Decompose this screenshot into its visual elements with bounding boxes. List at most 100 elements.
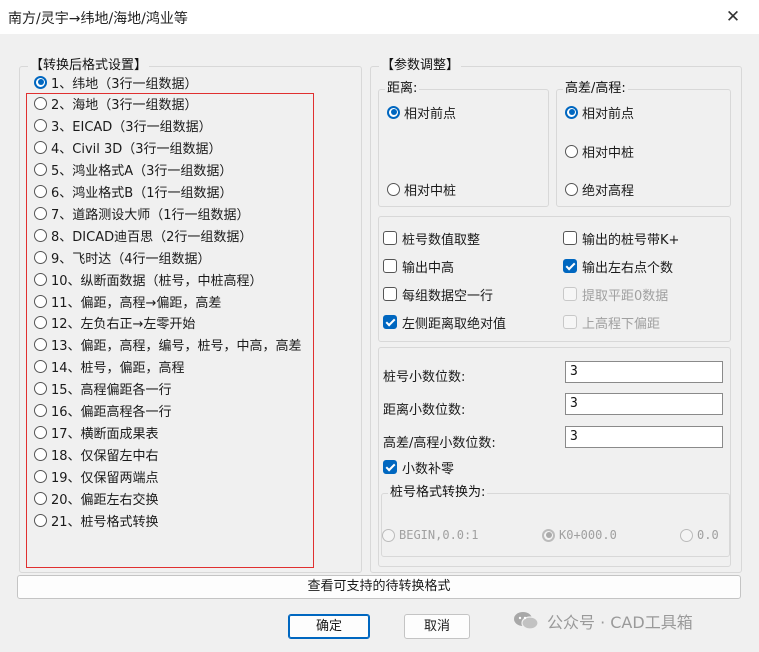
radio-label: BEGIN,0.0:1 — [399, 528, 479, 542]
watermark-text: 公众号 · CAD工具箱 — [547, 613, 693, 632]
format-group: 【转换后格式设置】 1、纬地（3行一组数据） 2、海地（3行一组数据） 3、EICA… — [19, 57, 362, 573]
radio-indicator — [34, 75, 47, 89]
radio-indicator — [34, 119, 47, 133]
station-format-title: 桩号格式转换为: — [388, 484, 488, 502]
radio-indicator — [34, 491, 47, 505]
format-option-14[interactable]: 14、桩号，偏距，高程 — [34, 357, 185, 377]
radio-indicator — [34, 141, 47, 155]
format-option-9[interactable]: 9、飞时达（4行一组数据） — [34, 247, 211, 267]
format-option-2[interactable]: 2、海地（3行一组数据） — [34, 94, 198, 114]
checkbox-label: 桩号数值取整 — [402, 232, 481, 248]
radio-indicator — [387, 105, 400, 119]
radio-label: 19、仅保留两端点 — [51, 470, 159, 486]
params-group-title: 【参数调整】 — [379, 57, 462, 75]
radio-label: 13、偏距，高程，编号，桩号，中高，高差 — [51, 339, 302, 355]
format-option-8[interactable]: 8、DICAD迪百思（2行一组数据） — [34, 225, 252, 245]
checkbox-label: 左侧距离取绝对值 — [402, 316, 507, 332]
option-checkbox-4[interactable]: 输出左右点个数 — [563, 256, 673, 276]
radio-label: 相对前点 — [582, 106, 635, 122]
checkbox-label: 输出中高 — [402, 260, 455, 276]
radio-label: 5、鸿业格式A（3行一组数据） — [51, 164, 233, 180]
format-option-5[interactable]: 5、鸿业格式A（3行一组数据） — [34, 160, 232, 180]
format-option-16[interactable]: 16、偏距高程各一行 — [34, 401, 172, 421]
elevation-group-title: 高差/高程: — [563, 80, 628, 98]
watermark: 公众号 · CAD工具箱 — [513, 608, 693, 634]
checkbox-label: 输出的桩号带K+ — [582, 232, 680, 248]
radio-indicator — [542, 528, 555, 542]
radio-label: 相对前点 — [404, 106, 457, 122]
format-option-19[interactable]: 19、仅保留两端点 — [34, 466, 159, 486]
checkbox-indicator — [563, 259, 577, 273]
station-format-group: 桩号格式转换为: BEGIN,0.0:1 K0+000.0 0.0 — [381, 484, 730, 557]
radio-indicator — [34, 272, 47, 286]
option-checkbox-5[interactable]: 每组数据空一行 — [383, 284, 493, 304]
params-group: 【参数调整】 距离: 相对前点 相对中桩 高差/高程: 相对前点 相对中桩 绝对… — [370, 57, 742, 573]
pad-zero-checkbox[interactable]: 小数补零 — [383, 457, 454, 477]
checkbox-indicator — [563, 315, 577, 329]
format-option-11[interactable]: 11、偏距，高程→偏距，高差 — [34, 291, 221, 311]
radio-label: 2、海地（3行一组数据） — [51, 98, 198, 114]
radio-indicator — [34, 513, 47, 527]
radio-indicator — [34, 404, 47, 417]
checkbox-label: 上高程下偏距 — [582, 316, 661, 332]
radio-indicator — [34, 185, 47, 198]
radio-indicator — [34, 425, 47, 439]
format-option-6[interactable]: 6、鸿业格式B（1行一组数据） — [34, 182, 232, 202]
radio-label: 14、桩号，偏距，高程 — [51, 361, 185, 377]
radio-label: 16、偏距高程各一行 — [51, 405, 172, 420]
distance-relative-center-radio[interactable]: 相对中桩 — [387, 179, 456, 199]
option-checkbox-6: 提取平距0数据 — [563, 284, 668, 304]
distance-decimals-label: 距离小数位数: — [383, 403, 466, 418]
radio-label: 相对中桩 — [404, 183, 457, 199]
close-icon[interactable]: ✕ — [719, 4, 747, 30]
radio-label: 8、DICAD迪百思（2行一组数据） — [51, 229, 253, 245]
checkbox-indicator — [563, 287, 577, 301]
radio-label: 21、桩号格式转换 — [51, 514, 159, 530]
distance-relative-prev-radio[interactable]: 相对前点 — [387, 102, 456, 122]
radio-label: 6、鸿业格式B（1行一组数据） — [51, 186, 233, 201]
format-option-10[interactable]: 10、纵断面数据（桩号，中桩高程） — [34, 269, 263, 289]
option-checkbox-1[interactable]: 桩号数值取整 — [383, 228, 480, 248]
format-option-15[interactable]: 15、高程偏距各一行 — [34, 379, 172, 399]
format-option-17[interactable]: 17、横断面成果表 — [34, 422, 159, 442]
format-option-4[interactable]: 4、Civil 3D（3行一组数据） — [34, 138, 222, 158]
checkbox-label: 提取平距0数据 — [582, 288, 669, 304]
radio-indicator — [34, 338, 47, 352]
radio-label: 4、Civil 3D（3行一组数据） — [51, 142, 222, 158]
option-checkbox-2[interactable]: 输出的桩号带K+ — [563, 228, 679, 248]
radio-indicator — [565, 144, 578, 158]
option-checkbox-3[interactable]: 输出中高 — [383, 256, 454, 276]
format-option-12[interactable]: 12、左负右正→左零开始 — [34, 313, 195, 333]
title-bar: 南方/灵宇→纬地/海地/鸿业等 ✕ — [0, 0, 759, 34]
ok-button[interactable]: 确定 — [288, 614, 370, 639]
cancel-button[interactable]: 取消 — [404, 614, 470, 639]
radio-label: 相对中桩 — [582, 145, 635, 161]
elevation-decimals-input[interactable]: 3 — [565, 426, 723, 448]
view-formats-button[interactable]: 查看可支持的待转换格式 — [17, 575, 741, 599]
decimals-group: 桩号小数位数: 3 距离小数位数: 3 高差/高程小数位数: 3 小数补零 桩号… — [378, 347, 731, 567]
radio-indicator — [34, 447, 47, 461]
radio-indicator — [34, 163, 47, 177]
elevation-relative-prev-radio[interactable]: 相对前点 — [565, 102, 634, 122]
format-option-1[interactable]: 1、纬地（3行一组数据） — [34, 72, 198, 92]
format-option-3[interactable]: 3、EICAD（3行一组数据） — [34, 116, 212, 136]
radio-indicator — [34, 294, 47, 308]
format-option-18[interactable]: 18、仅保留左中右 — [34, 444, 159, 464]
radio-indicator — [34, 360, 47, 374]
station-decimals-input[interactable]: 3 — [565, 361, 723, 383]
distance-decimals-input[interactable]: 3 — [565, 393, 723, 415]
elevation-relative-center-radio[interactable]: 相对中桩 — [565, 141, 634, 161]
format-option-7[interactable]: 7、道路测设大师（1行一组数据） — [34, 203, 250, 223]
elevation-absolute-radio[interactable]: 绝对高程 — [565, 179, 634, 199]
option-checkbox-7[interactable]: 左侧距离取绝对值 — [383, 312, 506, 332]
checkbox-indicator — [383, 287, 397, 301]
elevation-decimals-label: 高差/高程小数位数: — [383, 436, 496, 451]
format-option-20[interactable]: 20、偏距左右交换 — [34, 488, 159, 508]
format-option-13[interactable]: 13、偏距，高程，编号，桩号，中高，高差 — [34, 335, 302, 355]
station-format-begin-radio[interactable]: BEGIN,0.0:1 — [382, 525, 478, 545]
station-format-plain-radio[interactable]: 0.0 — [680, 525, 719, 545]
radio-label: 1、纬地（3行一组数据） — [51, 76, 198, 92]
radio-label: 7、道路测设大师（1行一组数据） — [51, 207, 250, 223]
format-option-21[interactable]: 21、桩号格式转换 — [34, 510, 159, 530]
station-format-k0-radio[interactable]: K0+000.0 — [542, 525, 617, 545]
